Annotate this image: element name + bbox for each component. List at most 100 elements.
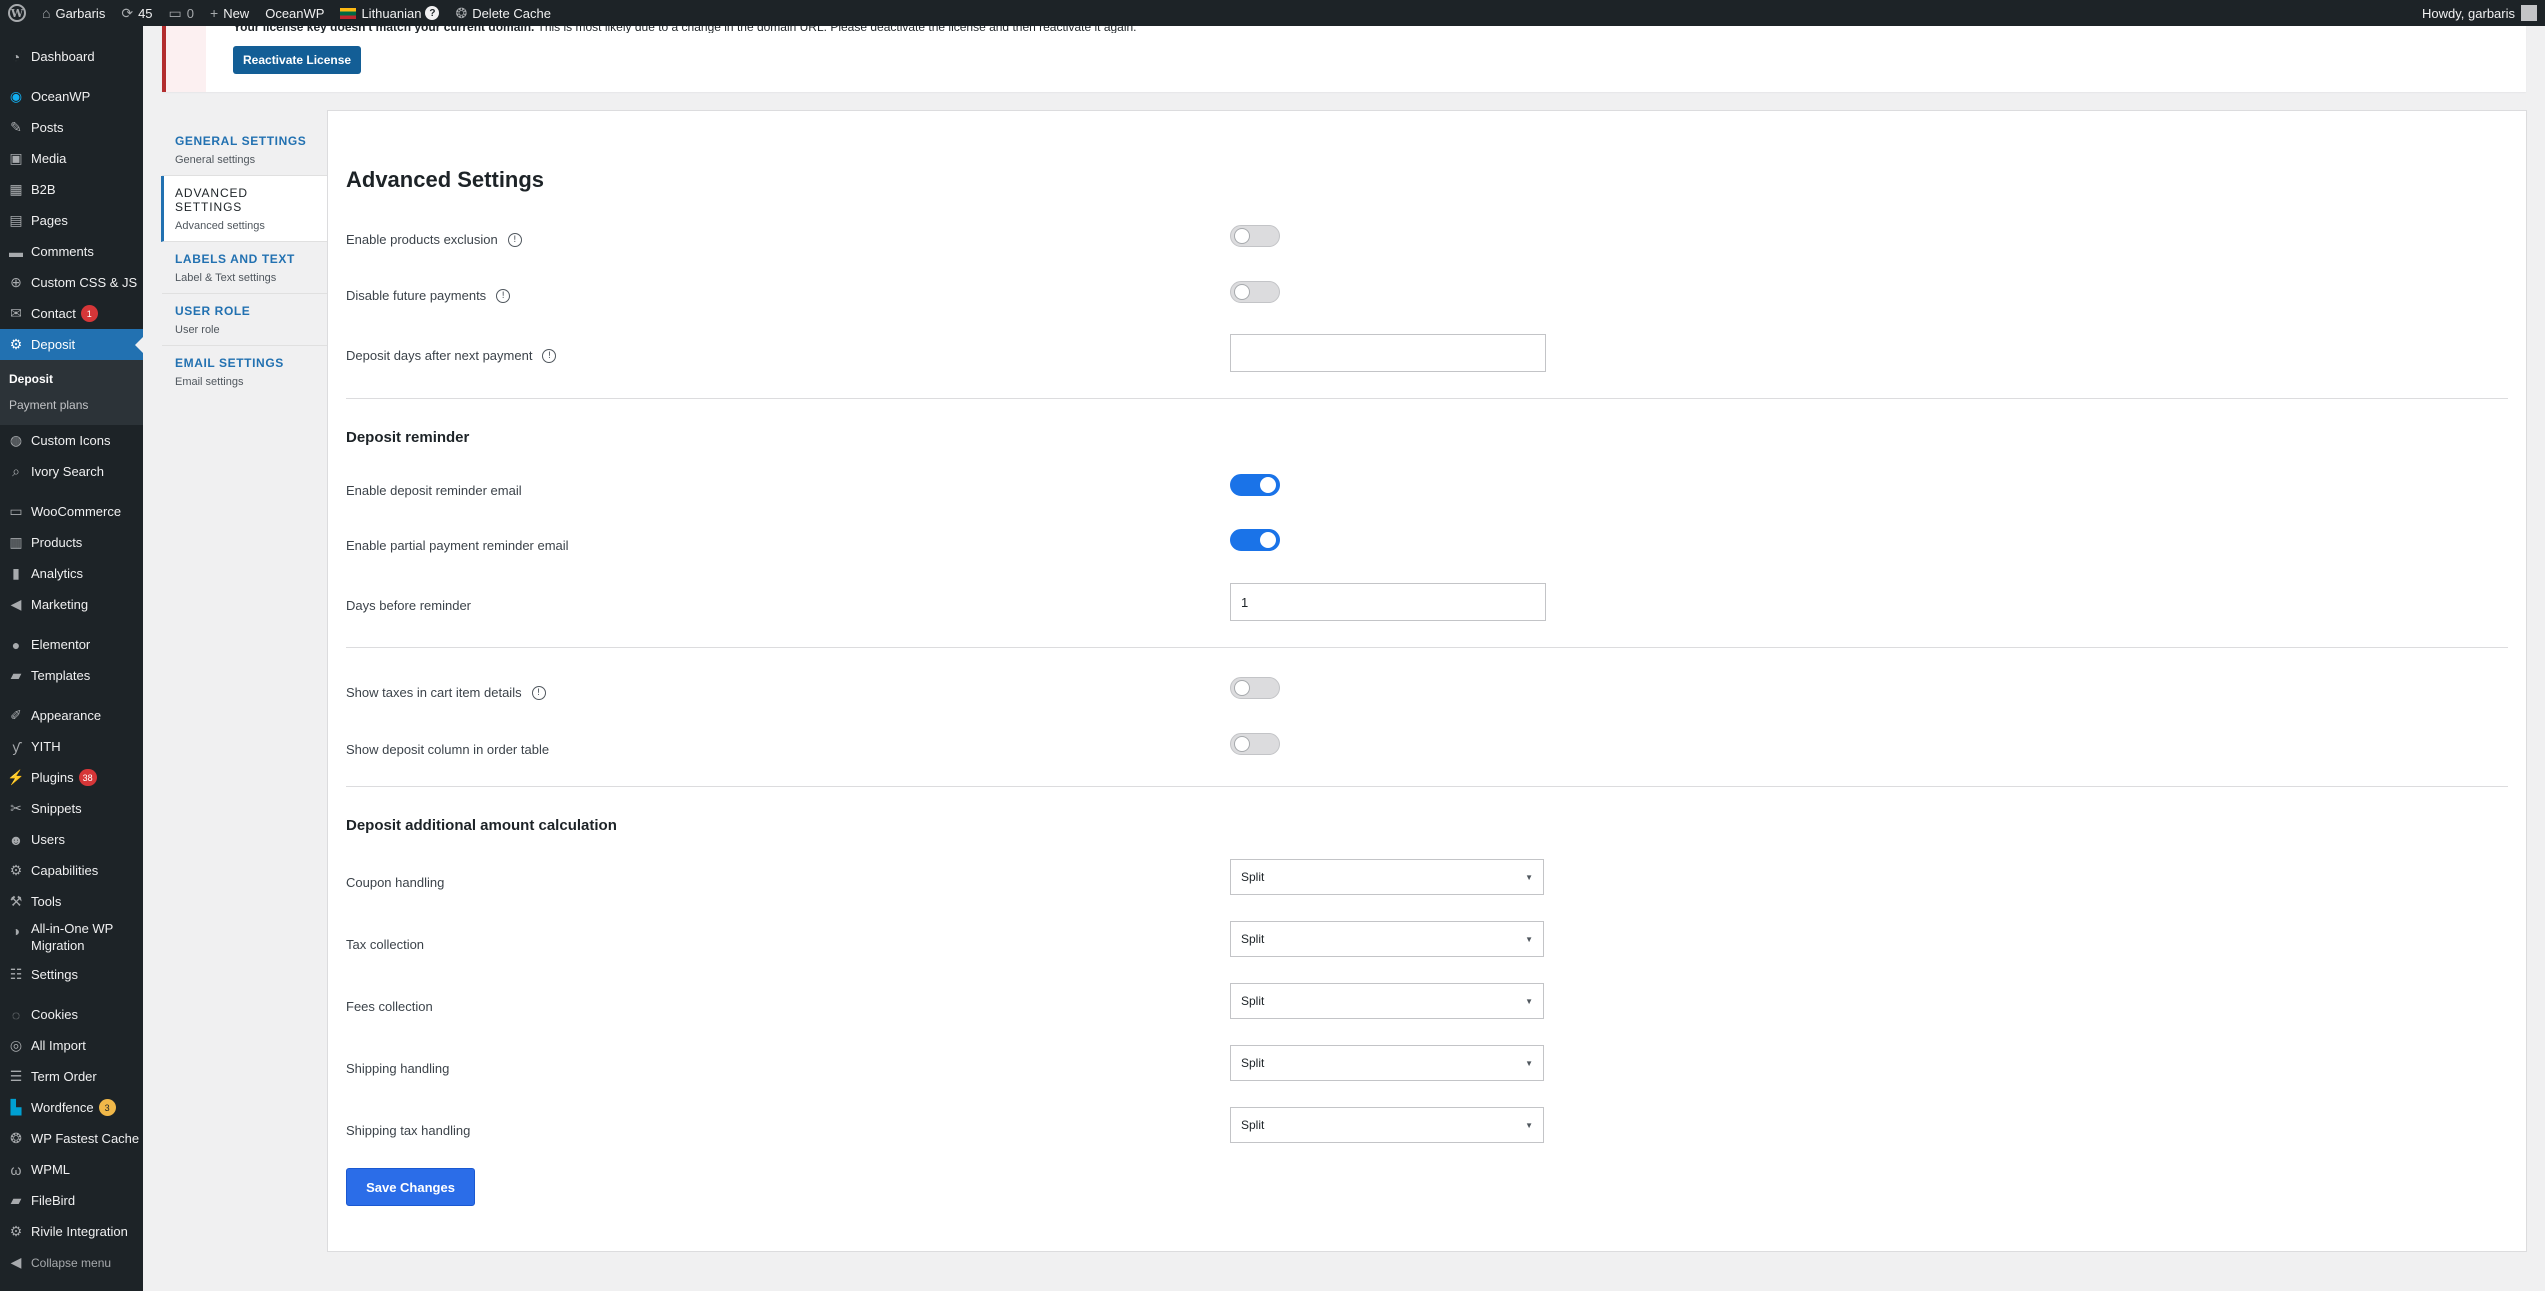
- sidebar-item-label: Ivory Search: [31, 464, 104, 479]
- sidebar-item-marketing[interactable]: ◀ Marketing: [0, 589, 143, 620]
- submenu-item-payment-plans[interactable]: Payment plans: [0, 392, 143, 418]
- info-icon[interactable]: !: [507, 232, 522, 247]
- sidebar-item-filebird[interactable]: ▰ FileBird: [0, 1185, 143, 1216]
- admin-sidebar: ◔ Dashboard ◉ OceanWP ✎ Posts ▣ Media ▦ B2B ▤…: [0, 26, 143, 1291]
- tab-title: EMAIL SETTINGS: [175, 356, 284, 370]
- advanced-settings-panel: Advanced Settings Enable products exclus…: [327, 110, 2527, 1252]
- save-changes-button[interactable]: Save Changes: [346, 1168, 475, 1206]
- deposit-additional-amount-heading: Deposit additional amount calculation: [346, 817, 617, 834]
- comments-link[interactable]: ▭ 0: [161, 0, 202, 26]
- fees-collection-select[interactable]: Split ▼: [1230, 983, 1544, 1019]
- sidebar-item-products[interactable]: ▥ Products: [0, 527, 143, 558]
- language-label: Lithuanian: [361, 5, 422, 21]
- select-value: Split: [1241, 870, 1265, 884]
- tab-email-settings[interactable]: EMAIL SETTINGS Email settings: [162, 346, 328, 397]
- sidebar-item-users[interactable]: ☻ Users: [0, 824, 143, 855]
- elementor-icon: ●: [11, 636, 21, 653]
- sidebar-item-yith[interactable]: ƴ YITH: [0, 731, 143, 762]
- sidebar-item-rivile-integration[interactable]: ⚙ Rivile Integration: [0, 1216, 143, 1247]
- comment-icon: ▬: [9, 243, 23, 260]
- woocommerce-icon: ▭: [9, 503, 23, 519]
- section-divider: [346, 786, 2508, 787]
- scissors-icon: ✂: [10, 800, 22, 816]
- tab-user-role[interactable]: USER ROLE User role: [162, 294, 328, 346]
- field-label: Show taxes in cart item details: [346, 685, 522, 700]
- sidebar-item-term-order[interactable]: ☰ Term Order: [0, 1061, 143, 1092]
- show-taxes-toggle[interactable]: [1230, 677, 1280, 699]
- sidebar-item-label: All Import: [31, 1038, 86, 1053]
- sidebar-item-posts[interactable]: ✎ Posts: [0, 112, 143, 143]
- coupon-handling-select[interactable]: Split ▼: [1230, 859, 1544, 895]
- tab-subtitle: General settings: [175, 154, 256, 166]
- sidebar-item-deposit[interactable]: ⚙ Deposit: [0, 329, 143, 360]
- tab-subtitle: Advanced settings: [175, 220, 265, 232]
- sidebar-item-comments[interactable]: ▬ Comments: [0, 236, 143, 267]
- sidebar-item-wpml[interactable]: ω WPML: [0, 1154, 143, 1185]
- info-icon[interactable]: !: [531, 685, 546, 700]
- show-deposit-column-toggle[interactable]: [1230, 733, 1280, 755]
- oceanwp-icon: ◉: [9, 88, 23, 104]
- updates-link[interactable]: ⟳ 45: [113, 0, 160, 26]
- enable-deposit-reminder-toggle[interactable]: [1230, 474, 1280, 496]
- submenu-item-deposit[interactable]: Deposit: [0, 366, 143, 392]
- updates-count: 45: [138, 5, 153, 21]
- sidebar-item-b2b[interactable]: ▦ B2B: [0, 174, 143, 205]
- tab-subtitle: Label & Text settings: [175, 272, 277, 284]
- sidebar-item-custom-css-js[interactable]: ⊕ Custom CSS & JS: [0, 267, 143, 298]
- field-label: Show deposit column in order table: [346, 742, 550, 757]
- sidebar-item-settings[interactable]: ☷ Settings: [0, 959, 143, 990]
- wordpress-logo-icon: W: [8, 4, 26, 22]
- enable-products-exclusion-toggle[interactable]: [1230, 225, 1280, 247]
- sidebar-item-woocommerce[interactable]: ▭ WooCommerce: [0, 496, 143, 527]
- tab-advanced-settings[interactable]: ADVANCED SETTINGS Advanced settings: [161, 176, 328, 242]
- collapse-menu-button[interactable]: ◀ Collapse menu: [0, 1247, 143, 1278]
- site-name-link[interactable]: ⌂ Garbaris: [34, 0, 113, 26]
- field-label: Enable partial payment reminder email: [346, 538, 569, 553]
- sidebar-item-label: Media: [31, 151, 67, 166]
- sidebar-item-elementor[interactable]: ● Elementor: [0, 629, 143, 660]
- info-icon[interactable]: !: [496, 288, 511, 303]
- sidebar-item-all-in-one-migration[interactable]: ◑ All-in-One WP Migration: [0, 917, 143, 959]
- sidebar-item-label: WPML: [31, 1162, 70, 1177]
- sidebar-item-tools[interactable]: ⚒ Tools: [0, 886, 143, 917]
- field-label: Days before reminder: [346, 598, 471, 613]
- shipping-tax-handling-select[interactable]: Split ▼: [1230, 1107, 1544, 1143]
- sidebar-item-oceanwp[interactable]: ◉ OceanWP: [0, 81, 143, 112]
- deposit-days-input[interactable]: [1230, 334, 1546, 372]
- sidebar-item-wp-fastest-cache[interactable]: ❂ WP Fastest Cache: [0, 1123, 143, 1154]
- sidebar-item-contact[interactable]: ✉ Contact 1: [0, 298, 143, 329]
- sidebar-item-appearance[interactable]: ✐ Appearance: [0, 700, 143, 731]
- sidebar-item-ivory-search[interactable]: ⌕ Ivory Search: [0, 456, 143, 487]
- wordpress-logo-button[interactable]: W: [0, 0, 34, 26]
- theme-label: OceanWP: [265, 5, 325, 21]
- tab-general-settings[interactable]: GENERAL SETTINGS General settings: [162, 124, 328, 176]
- reactivate-license-button[interactable]: Reactivate License: [233, 46, 362, 74]
- sidebar-item-cookies[interactable]: ◌ Cookies: [0, 999, 143, 1030]
- refresh-icon: ⟳: [121, 4, 134, 21]
- sidebar-item-capabilities[interactable]: ⚙ Capabilities: [0, 855, 143, 886]
- sidebar-item-all-import[interactable]: ◎ All Import: [0, 1030, 143, 1061]
- sidebar-item-label: Templates: [31, 668, 91, 683]
- tax-collection-select[interactable]: Split ▼: [1230, 921, 1544, 957]
- info-icon[interactable]: !: [542, 348, 557, 363]
- field-label: Coupon handling: [346, 875, 445, 890]
- disable-future-payments-toggle[interactable]: [1230, 281, 1280, 303]
- sidebar-item-templates[interactable]: ▰ Templates: [0, 660, 143, 691]
- enable-partial-payment-reminder-toggle[interactable]: [1230, 529, 1280, 551]
- user-account-menu[interactable]: Howdy, garbaris: [2414, 0, 2545, 26]
- sidebar-item-dashboard[interactable]: ◔ Dashboard: [0, 41, 143, 72]
- tab-subtitle: Email settings: [175, 376, 244, 388]
- sidebar-item-plugins[interactable]: ⚡ Plugins 38: [0, 762, 143, 793]
- days-before-reminder-input[interactable]: 1: [1230, 583, 1546, 621]
- cheetah-icon: ❂: [10, 1130, 22, 1146]
- sidebar-item-wordfence[interactable]: ▙ Wordfence 3: [0, 1092, 143, 1123]
- sidebar-item-pages[interactable]: ▤ Pages: [0, 205, 143, 236]
- sidebar-item-snippets[interactable]: ✂ Snippets: [0, 793, 143, 824]
- sidebar-item-analytics[interactable]: ▮ Analytics: [0, 558, 143, 589]
- deposit-submenu: Deposit Payment plans: [0, 360, 143, 425]
- sidebar-item-media[interactable]: ▣ Media: [0, 143, 143, 174]
- sidebar-item-custom-icons[interactable]: ◍ Custom Icons: [0, 425, 143, 456]
- sidebar-item-label: Term Order: [31, 1069, 97, 1084]
- shipping-handling-select[interactable]: Split ▼: [1230, 1045, 1544, 1081]
- tab-labels-and-text[interactable]: LABELS AND TEXT Label & Text settings: [162, 242, 328, 294]
